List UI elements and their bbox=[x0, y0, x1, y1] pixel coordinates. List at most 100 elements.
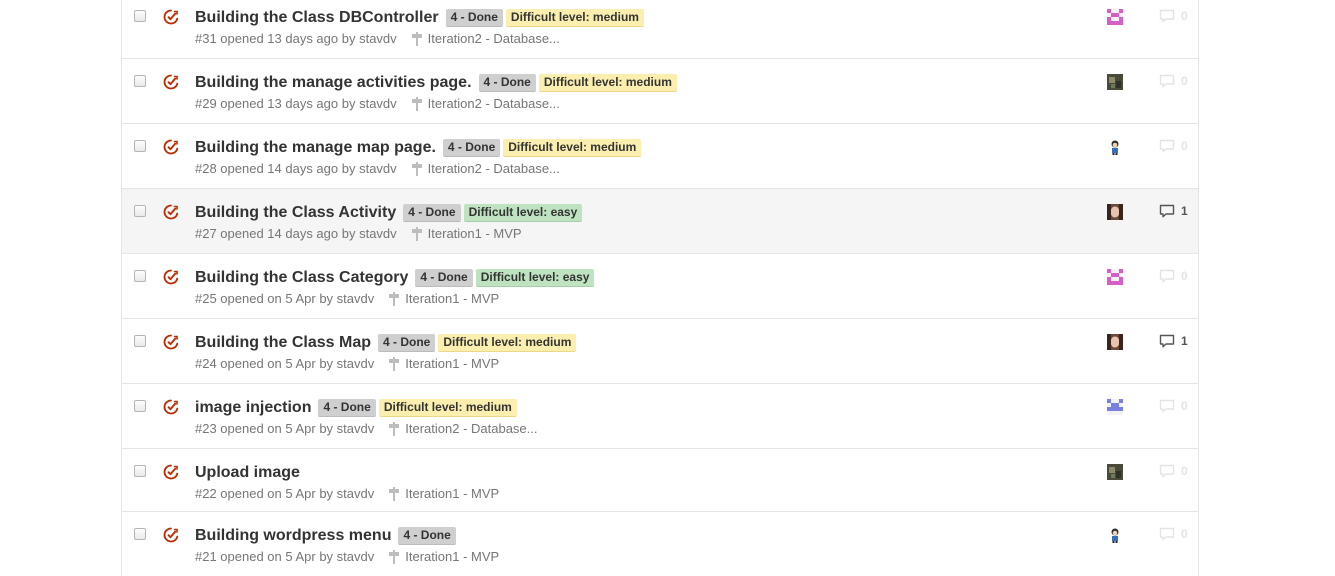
milestone-link[interactable]: Iteration1 - MVP bbox=[388, 549, 499, 564]
assignee-avatar[interactable] bbox=[1107, 399, 1123, 415]
issue-title-link[interactable]: Building the Class Map bbox=[195, 334, 371, 352]
issue-opened-info: #27 opened 14 days ago by stavdv bbox=[195, 226, 397, 241]
comment-count: 1 bbox=[1181, 204, 1188, 218]
label-done[interactable]: 4 - Done bbox=[318, 399, 376, 417]
issue-checkbox[interactable] bbox=[134, 10, 146, 22]
issue-title-link[interactable]: Building the manage activities page. bbox=[195, 74, 472, 92]
assignee-avatar[interactable] bbox=[1107, 334, 1123, 350]
comments-link[interactable]: 0 bbox=[1159, 139, 1188, 153]
issue-title-line: Upload image bbox=[195, 463, 307, 483]
assignee-avatar[interactable] bbox=[1107, 464, 1123, 480]
comments-link[interactable]: 0 bbox=[1159, 464, 1188, 478]
issue-row[interactable]: Building the Class DBController 4 - Done… bbox=[122, 0, 1198, 59]
issue-title-link[interactable]: Building wordpress menu bbox=[195, 527, 391, 545]
issue-title-line: image injection 4 - Done Difficult level:… bbox=[195, 398, 520, 418]
issue-row[interactable]: Upload image #22 opened on 5 Apr by stav… bbox=[122, 449, 1198, 512]
avatar-image bbox=[1107, 464, 1123, 480]
milestone-link[interactable]: Iteration2 - Database... bbox=[411, 161, 560, 176]
issue-title-line: Building the manage activities page. 4 -… bbox=[195, 73, 680, 93]
issue-meta: #25 opened on 5 Apr by stavdv Iteration1… bbox=[195, 291, 499, 306]
assignee-avatar[interactable] bbox=[1107, 74, 1123, 90]
milestone-icon bbox=[389, 356, 400, 371]
avatar-image bbox=[1107, 399, 1123, 415]
closed-issue-icon bbox=[163, 269, 179, 285]
issue-checkbox[interactable] bbox=[134, 270, 146, 282]
comment-count: 0 bbox=[1181, 269, 1188, 283]
issue-row[interactable]: Building the Class Map 4 - Done Difficult… bbox=[122, 319, 1198, 384]
closed-issue-icon bbox=[163, 9, 179, 25]
comments-link[interactable]: 0 bbox=[1159, 399, 1188, 413]
issue-row[interactable]: Building wordpress menu 4 - Done #21 ope… bbox=[122, 512, 1198, 576]
comments-link[interactable]: 0 bbox=[1159, 269, 1188, 283]
issue-row[interactable]: Building the Class Activity 4 - Done Diff… bbox=[122, 189, 1198, 254]
issue-row[interactable]: Building the Class Category 4 - Done Diff… bbox=[122, 254, 1198, 319]
comment-icon bbox=[1159, 9, 1175, 23]
comments-link[interactable]: 0 bbox=[1159, 527, 1188, 541]
milestone-icon bbox=[389, 291, 400, 306]
milestone-link[interactable]: Iteration1 - MVP bbox=[388, 356, 499, 371]
label-medium[interactable]: Difficult level: medium bbox=[503, 139, 642, 157]
label-done[interactable]: 4 - Done bbox=[478, 74, 536, 92]
label-medium[interactable]: Difficult level: medium bbox=[538, 74, 677, 92]
issue-opened-info: #25 opened on 5 Apr by stavdv bbox=[195, 291, 375, 306]
issue-opened-info: #31 opened 13 days ago by stavdv bbox=[195, 31, 397, 46]
assignee-avatar[interactable] bbox=[1107, 204, 1123, 220]
comments-link[interactable]: 0 bbox=[1159, 9, 1188, 23]
issue-row[interactable]: Building the manage map page. 4 - Done Di… bbox=[122, 124, 1198, 189]
milestone-link[interactable]: Iteration2 - Database... bbox=[411, 96, 560, 111]
issue-title-link[interactable]: Upload image bbox=[195, 464, 300, 482]
milestone-link[interactable]: Iteration1 - MVP bbox=[388, 291, 499, 306]
milestone-link[interactable]: Iteration1 - MVP bbox=[411, 226, 522, 241]
issue-checkbox[interactable] bbox=[134, 205, 146, 217]
avatar-image bbox=[1107, 139, 1123, 155]
issue-title-link[interactable]: Building the manage map page. bbox=[195, 139, 436, 157]
milestone-link[interactable]: Iteration2 - Database... bbox=[388, 421, 538, 436]
issue-checkbox[interactable] bbox=[134, 400, 146, 412]
milestone-link[interactable]: Iteration2 - Database... bbox=[411, 31, 560, 46]
assignee-avatar[interactable] bbox=[1107, 527, 1123, 543]
issue-meta: #22 opened on 5 Apr by stavdv Iteration1… bbox=[195, 486, 499, 501]
issue-checkbox[interactable] bbox=[134, 75, 146, 87]
comment-icon bbox=[1159, 204, 1175, 218]
label-medium[interactable]: Difficult level: medium bbox=[505, 9, 644, 27]
comment-icon bbox=[1159, 139, 1175, 153]
issue-title-line: Building the Class DBController 4 - Done… bbox=[195, 8, 647, 28]
issue-meta: #27 opened 14 days ago by stavdv Iterati… bbox=[195, 226, 522, 241]
milestone-name: Iteration2 - Database... bbox=[427, 161, 560, 176]
issue-checkbox[interactable] bbox=[134, 140, 146, 152]
label-done[interactable]: 4 - Done bbox=[415, 269, 473, 287]
issue-meta: #31 opened 13 days ago by stavdv Iterati… bbox=[195, 31, 560, 46]
issue-checkbox[interactable] bbox=[134, 528, 146, 540]
milestone-icon bbox=[411, 31, 422, 46]
label-done[interactable]: 4 - Done bbox=[398, 527, 456, 545]
label-easy[interactable]: Difficult level: easy bbox=[463, 204, 583, 222]
issue-title-line: Building the Class Category 4 - Done Diff… bbox=[195, 268, 597, 288]
issue-row[interactable]: image injection 4 - Done Difficult level:… bbox=[122, 384, 1198, 449]
milestone-name: Iteration1 - MVP bbox=[405, 356, 500, 371]
comment-icon bbox=[1159, 399, 1175, 413]
label-easy[interactable]: Difficult level: easy bbox=[475, 269, 595, 287]
milestone-link[interactable]: Iteration1 - MVP bbox=[388, 486, 499, 501]
comments-link[interactable]: 1 bbox=[1159, 204, 1188, 218]
label-medium[interactable]: Difficult level: medium bbox=[438, 334, 577, 352]
label-done[interactable]: 4 - Done bbox=[403, 204, 461, 222]
issue-title-link[interactable]: Building the Class Activity bbox=[195, 204, 396, 222]
milestone-icon bbox=[411, 226, 422, 241]
issue-checkbox[interactable] bbox=[134, 335, 146, 347]
issue-checkbox[interactable] bbox=[134, 465, 146, 477]
label-done[interactable]: 4 - Done bbox=[442, 139, 501, 157]
issue-title-link[interactable]: image injection bbox=[195, 399, 311, 417]
assignee-avatar[interactable] bbox=[1107, 139, 1123, 155]
issue-row[interactable]: Building the manage activities page. 4 -… bbox=[122, 59, 1198, 124]
comments-link[interactable]: 0 bbox=[1159, 74, 1188, 88]
label-done[interactable]: 4 - Done bbox=[445, 9, 503, 27]
issue-title-link[interactable]: Building the Class Category bbox=[195, 269, 408, 287]
assignee-avatar[interactable] bbox=[1107, 269, 1123, 285]
issue-title-link[interactable]: Building the Class DBController bbox=[195, 9, 439, 27]
issue-opened-info: #21 opened on 5 Apr by stavdv bbox=[195, 549, 375, 564]
label-medium[interactable]: Difficult level: medium bbox=[378, 399, 517, 417]
label-done[interactable]: 4 - Done bbox=[378, 334, 436, 352]
assignee-avatar[interactable] bbox=[1107, 9, 1123, 25]
milestone-icon bbox=[389, 486, 400, 501]
comments-link[interactable]: 1 bbox=[1159, 334, 1188, 348]
